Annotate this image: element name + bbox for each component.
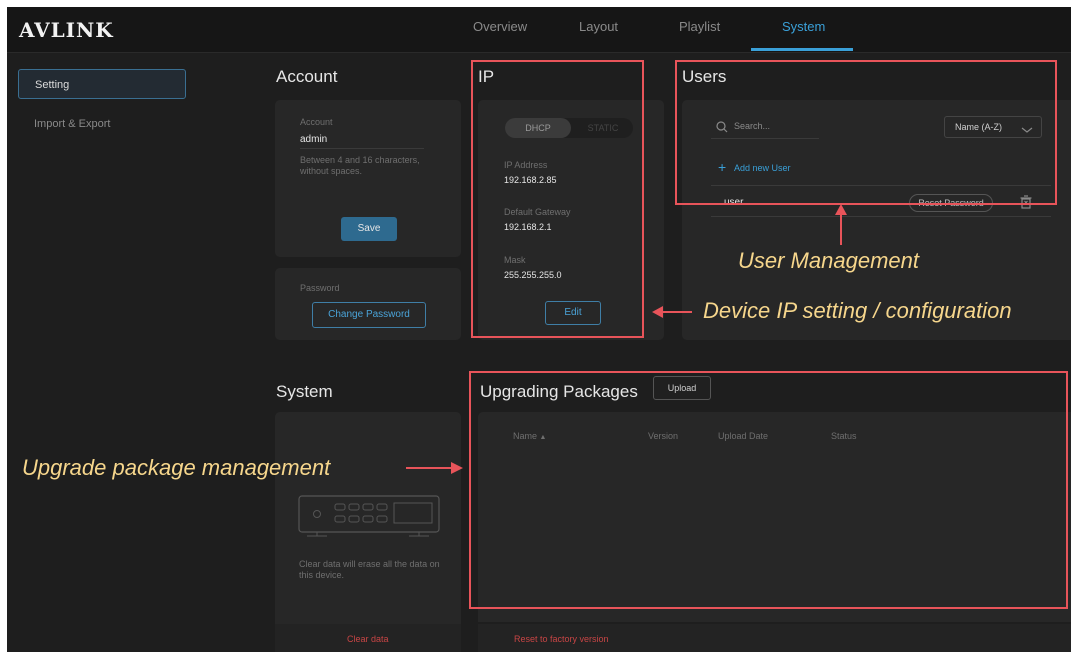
password-card: Password Change Password: [275, 268, 461, 340]
account-field-label: Account: [300, 117, 333, 127]
user-row-divider: [711, 216, 1051, 217]
user-management-annotation: User Management: [738, 248, 919, 273]
account-field-underline: [300, 148, 424, 149]
tab-overview[interactable]: Overview: [473, 19, 527, 34]
arrow-right-icon: [405, 461, 465, 480]
packages-highlight-box: [469, 371, 1068, 609]
reset-factory-button[interactable]: Reset to factory version: [514, 634, 609, 644]
tab-playlist[interactable]: Playlist: [679, 19, 720, 34]
system-card: Clear data will erase all the data on th…: [275, 412, 461, 652]
clear-data-hint: Clear data will erase all the data on th…: [299, 559, 440, 580]
account-card: Account admin Between 4 and 16 character…: [275, 100, 461, 257]
brand-logo: AVLINK: [19, 18, 114, 42]
device-illustration-icon: [297, 494, 442, 549]
ip-highlight-box: [471, 60, 644, 338]
account-field[interactable]: admin: [300, 134, 327, 145]
packages-footer: Reset to factory version: [478, 624, 1071, 652]
top-nav-bar: AVLINK Overview Layout Playlist System: [7, 7, 1071, 53]
tab-system[interactable]: System: [782, 19, 825, 34]
users-highlight-box: [675, 60, 1057, 205]
change-password-button[interactable]: Change Password: [312, 302, 426, 328]
save-button[interactable]: Save: [341, 217, 397, 241]
arrow-up-icon: [833, 203, 849, 252]
arrow-left-icon: [651, 305, 693, 324]
upgrade-management-annotation: Upgrade package management: [22, 455, 331, 480]
system-footer: Clear data: [275, 624, 461, 652]
account-hint: Between 4 and 16 characters, without spa…: [300, 155, 420, 176]
tab-layout[interactable]: Layout: [579, 19, 618, 34]
system-section-title: System: [276, 382, 333, 401]
password-label: Password: [300, 283, 340, 293]
sidebar-item-import-export[interactable]: Import & Export: [18, 109, 186, 139]
sidebar-item-setting[interactable]: Setting: [18, 69, 186, 99]
clear-data-button[interactable]: Clear data: [347, 634, 389, 644]
active-tab-indicator: [751, 48, 853, 51]
account-section-title: Account: [276, 67, 338, 86]
ip-setting-annotation: Device IP setting / configuration: [703, 298, 1012, 323]
